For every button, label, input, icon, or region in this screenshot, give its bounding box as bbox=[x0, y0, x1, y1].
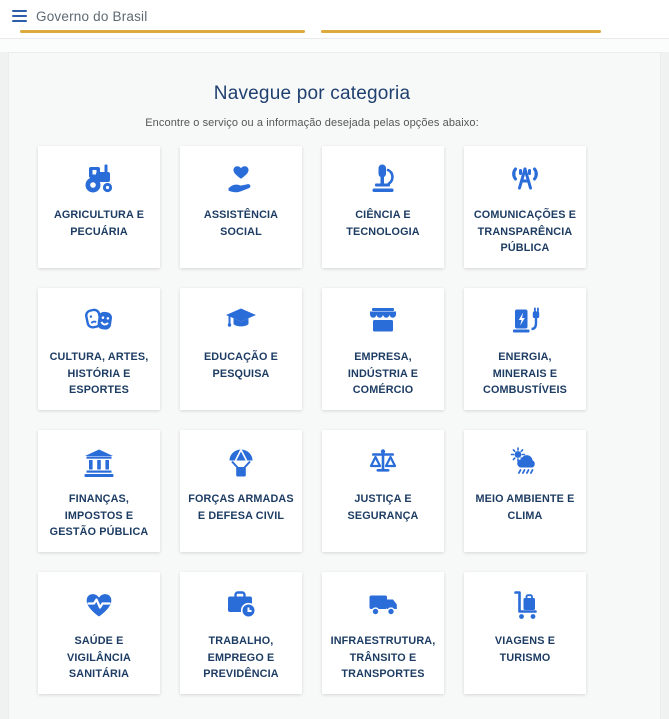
category-card[interactable]: SAÚDE E VIGILÂNCIA SANITÁRIA bbox=[38, 572, 160, 694]
category-label: JUSTIÇA E SEGURANÇA bbox=[328, 491, 438, 524]
heartbeat-icon bbox=[79, 586, 119, 624]
category-card[interactable]: FORÇAS ARMADAS E DEFESA CIVIL bbox=[180, 430, 302, 552]
category-card[interactable]: CIÊNCIA E TECNOLOGIA bbox=[322, 146, 444, 268]
store-icon bbox=[363, 302, 403, 340]
category-card[interactable]: EDUCAÇÃO E PESQUISA bbox=[180, 288, 302, 410]
graduation-cap-icon bbox=[221, 302, 261, 340]
category-label: AGRICULTURA E PECUÁRIA bbox=[44, 207, 154, 240]
page-title: Navegue por categoria bbox=[38, 83, 586, 105]
category-label: ASSISTÊNCIA SOCIAL bbox=[186, 207, 296, 240]
category-panel: Navegue por categoria Encontre o serviço… bbox=[8, 52, 661, 719]
category-label: MEIO AMBIENTE E CLIMA bbox=[470, 491, 580, 524]
category-card[interactable]: MEIO AMBIENTE E CLIMA bbox=[464, 430, 586, 552]
category-label: FINANÇAS, IMPOSTOS E GESTÃO PÚBLICA bbox=[44, 491, 154, 541]
carousel-slide-indicator-1[interactable] bbox=[20, 30, 305, 33]
hand-holding-heart-icon bbox=[221, 160, 261, 198]
briefcase-clock-icon bbox=[221, 586, 261, 624]
category-label: FORÇAS ARMADAS E DEFESA CIVIL bbox=[186, 491, 296, 524]
carousel-slide-indicator-2[interactable] bbox=[321, 30, 601, 33]
cloud-sun-rain-icon bbox=[505, 444, 545, 482]
tractor-icon bbox=[79, 160, 119, 198]
category-card[interactable]: CULTURA, ARTES, HISTÓRIA E ESPORTES bbox=[38, 288, 160, 410]
brand-text[interactable]: Governo do Brasil bbox=[36, 9, 147, 24]
category-label: TRABALHO, EMPREGO E PREVIDÊNCIA bbox=[186, 633, 296, 683]
truck-icon bbox=[363, 586, 403, 624]
category-card[interactable]: AGRICULTURA E PECUÁRIA bbox=[38, 146, 160, 268]
category-card[interactable]: COMUNICAÇÕES E TRANSPARÊNCIA PÚBLICA bbox=[464, 146, 586, 268]
category-label: INFRAESTRUTURA, TRÂNSITO E TRANSPORTES bbox=[328, 633, 438, 683]
parachute-box-icon bbox=[221, 444, 261, 482]
charging-station-icon bbox=[505, 302, 545, 340]
category-card[interactable]: EMPRESA, INDÚSTRIA E COMÉRCIO bbox=[322, 288, 444, 410]
category-grid: AGRICULTURA E PECUÁRIA ASSISTÊNCIA SOCIAL… bbox=[38, 146, 586, 694]
microscope-icon bbox=[363, 160, 403, 198]
bank-icon bbox=[79, 444, 119, 482]
category-card[interactable]: ASSISTÊNCIA SOCIAL bbox=[180, 146, 302, 268]
category-label: EMPRESA, INDÚSTRIA E COMÉRCIO bbox=[328, 349, 438, 399]
broadcast-tower-icon bbox=[505, 160, 545, 198]
carousel-indicators bbox=[0, 30, 669, 34]
category-card[interactable]: ENERGIA, MINERAIS E COMBUSTÍVEIS bbox=[464, 288, 586, 410]
scales-icon bbox=[363, 444, 403, 482]
header-spacer bbox=[0, 39, 669, 52]
category-label: CIÊNCIA E TECNOLOGIA bbox=[328, 207, 438, 240]
top-header: Governo do Brasil bbox=[0, 0, 669, 39]
category-card[interactable]: INFRAESTRUTURA, TRÂNSITO E TRANSPORTES bbox=[322, 572, 444, 694]
category-label: EDUCAÇÃO E PESQUISA bbox=[186, 349, 296, 382]
category-label: CULTURA, ARTES, HISTÓRIA E ESPORTES bbox=[44, 349, 154, 399]
luggage-cart-icon bbox=[505, 586, 545, 624]
page-subtitle: Encontre o serviço ou a informação desej… bbox=[38, 117, 586, 129]
category-label: SAÚDE E VIGILÂNCIA SANITÁRIA bbox=[44, 633, 154, 683]
category-card[interactable]: FINANÇAS, IMPOSTOS E GESTÃO PÚBLICA bbox=[38, 430, 160, 552]
category-label: COMUNICAÇÕES E TRANSPARÊNCIA PÚBLICA bbox=[470, 207, 580, 257]
hamburger-menu-icon[interactable] bbox=[12, 8, 27, 24]
category-label: ENERGIA, MINERAIS E COMBUSTÍVEIS bbox=[470, 349, 580, 399]
category-card[interactable]: JUSTIÇA E SEGURANÇA bbox=[322, 430, 444, 552]
category-card[interactable]: VIAGENS E TURISMO bbox=[464, 572, 586, 694]
theater-masks-icon bbox=[79, 302, 119, 340]
category-card[interactable]: TRABALHO, EMPREGO E PREVIDÊNCIA bbox=[180, 572, 302, 694]
category-label: VIAGENS E TURISMO bbox=[470, 633, 580, 666]
